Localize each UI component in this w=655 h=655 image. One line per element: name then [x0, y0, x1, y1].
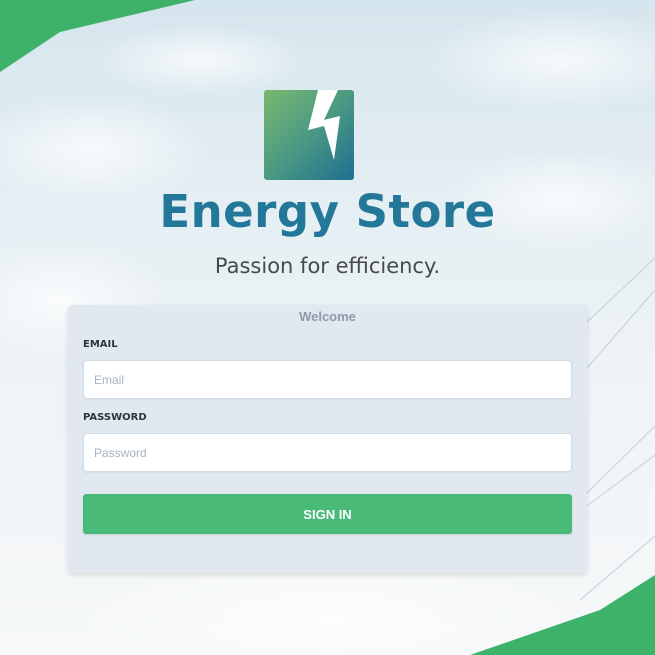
sign-in-button[interactable]: SIGN IN — [83, 494, 572, 534]
card-title: Welcome — [299, 309, 356, 324]
brand-tagline: Passion for efficiency. — [214, 254, 441, 278]
email-label: EMAIL — [83, 339, 118, 350]
email-input[interactable] — [83, 360, 572, 399]
brand-name: Energy Store — [159, 185, 496, 238]
logo-icon — [264, 90, 354, 180]
password-input[interactable] — [83, 433, 572, 472]
password-label: PASSWORD — [83, 412, 147, 423]
login-form: Welcome EMAIL PASSWORD SIGN IN — [68, 305, 587, 573]
